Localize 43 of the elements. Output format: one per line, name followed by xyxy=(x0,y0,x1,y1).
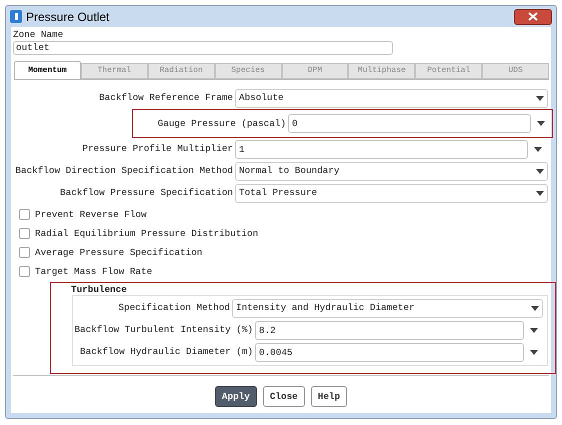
caret-icon[interactable] xyxy=(531,306,539,310)
dialog-button[interactable]: Help xyxy=(310,386,348,407)
zone-name-field[interactable]: outlet xyxy=(13,41,393,55)
caret-icon[interactable] xyxy=(536,96,544,100)
window-title: Pressure Outlet xyxy=(26,8,110,26)
dropdown[interactable]: Absolute xyxy=(235,88,548,108)
caret-icon[interactable] xyxy=(536,121,544,126)
input-field[interactable]: 8.2 xyxy=(255,320,524,340)
dropdown[interactable]: Total Pressure xyxy=(235,184,548,202)
close-button[interactable] xyxy=(514,8,552,24)
field-label: Backflow Hydraulic Diameter (m) xyxy=(80,346,253,358)
dropdown[interactable]: Intensity and Hydraulic Diameter xyxy=(232,298,543,318)
dropdown[interactable]: Normal to Boundary xyxy=(235,162,548,180)
close-icon xyxy=(528,12,538,21)
input-field[interactable]: 0 xyxy=(288,114,531,133)
dialog-button[interactable]: Close xyxy=(262,386,305,407)
input-field[interactable]: 1 xyxy=(235,140,528,158)
checkbox-label: Average Pressure Specification xyxy=(35,246,202,260)
field-label: Zone Name xyxy=(13,29,64,41)
checkbox[interactable] xyxy=(19,247,30,258)
caret-icon[interactable] xyxy=(530,350,538,354)
caret-icon[interactable] xyxy=(534,146,542,152)
caret-icon[interactable] xyxy=(536,190,544,196)
field-label: Pressure Profile Multiplier xyxy=(82,143,233,154)
dialog-button[interactable]: Apply xyxy=(214,386,257,407)
caret-icon[interactable] xyxy=(530,328,538,332)
field-label: Gauge Pressure (pascal) xyxy=(158,118,286,129)
checkbox[interactable] xyxy=(19,209,30,220)
section-title: Turbulence xyxy=(71,284,127,295)
checkbox[interactable] xyxy=(19,266,30,277)
checkbox-label: Radial Equilibrium Pressure Distribution xyxy=(35,226,258,240)
checkbox[interactable] xyxy=(19,228,30,239)
caret-icon[interactable] xyxy=(536,168,544,174)
input-field[interactable]: 0.0045 xyxy=(255,342,524,362)
field-label: Specification Method xyxy=(118,302,230,314)
field-label: Backflow Reference Frame xyxy=(99,92,233,104)
field-label: Backflow Pressure Specification xyxy=(60,187,233,198)
tab[interactable]: Momentum xyxy=(14,61,81,79)
field-label: Backflow Turbulent Intensity (%) xyxy=(74,324,253,336)
checkbox-label: Prevent Reverse Flow xyxy=(35,208,147,222)
field-label: Backflow Direction Specification Method xyxy=(15,165,233,176)
app-icon xyxy=(10,10,22,23)
checkbox-label: Target Mass Flow Rate xyxy=(35,264,152,278)
